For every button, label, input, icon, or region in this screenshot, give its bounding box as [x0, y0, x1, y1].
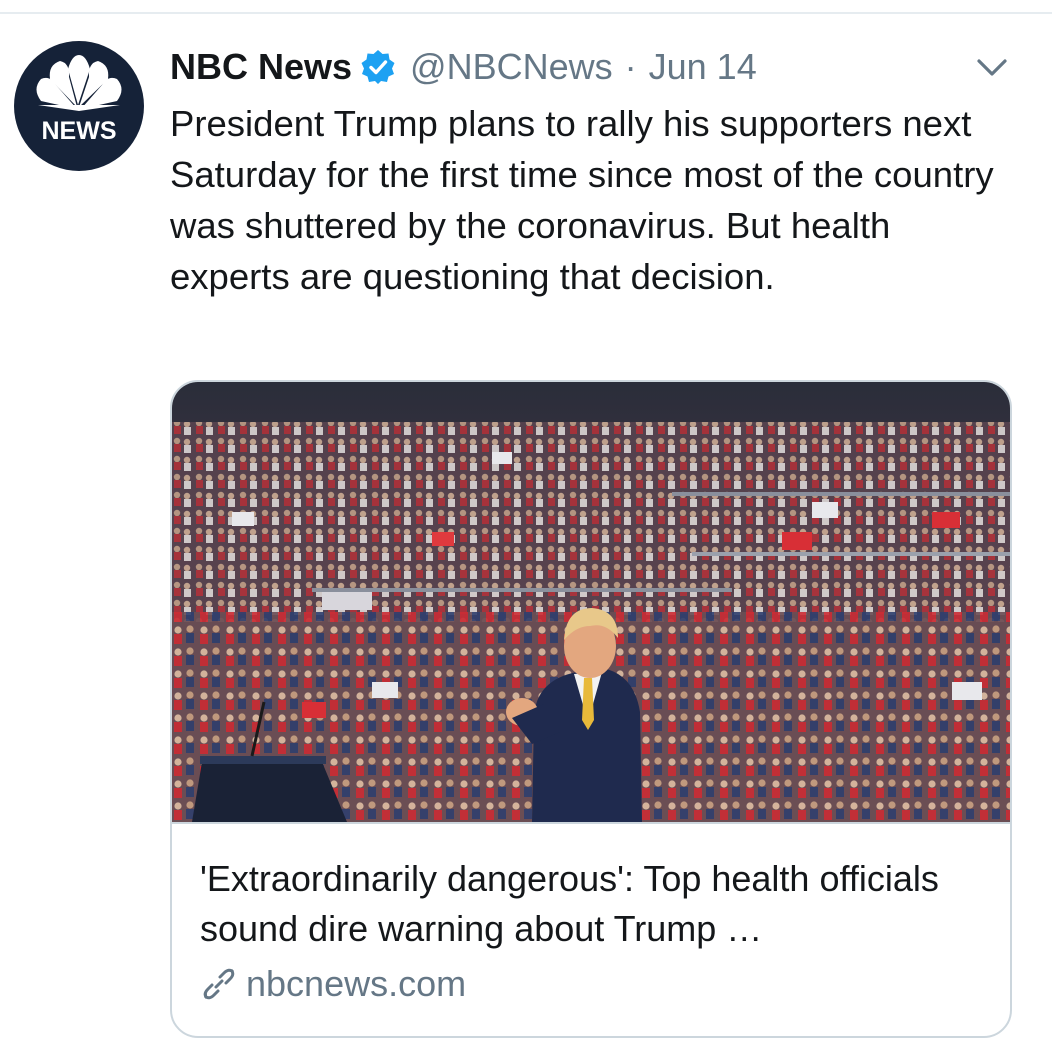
avatar[interactable]: NEWS — [14, 41, 144, 171]
chevron-down-icon[interactable] — [974, 52, 1010, 82]
tweet-date[interactable]: Jun 14 — [649, 46, 757, 88]
link-icon — [200, 965, 238, 1003]
avatar-text: NEWS — [42, 117, 117, 145]
verified-badge-icon — [360, 49, 396, 85]
top-divider — [0, 12, 1052, 14]
display-name[interactable]: NBC News — [170, 46, 352, 88]
card-title[interactable]: 'Extraordinarily dangerous': Top health … — [200, 854, 990, 954]
nbc-peacock-logo: NEWS — [36, 55, 122, 145]
tweet-text: President Trump plans to rally his suppo… — [170, 103, 994, 297]
separator-dot: · — [624, 46, 637, 87]
card-image[interactable] — [172, 382, 1010, 824]
card-domain-row[interactable]: nbcnews.com — [200, 962, 466, 1006]
card-domain: nbcnews.com — [246, 963, 467, 1004]
author-handle[interactable]: @NBCNews — [410, 46, 613, 88]
tweet-header: NBC News @NBCNews · Jun 14 — [170, 44, 757, 90]
link-card[interactable]: 'Extraordinarily dangerous': Top health … — [170, 380, 1012, 1038]
